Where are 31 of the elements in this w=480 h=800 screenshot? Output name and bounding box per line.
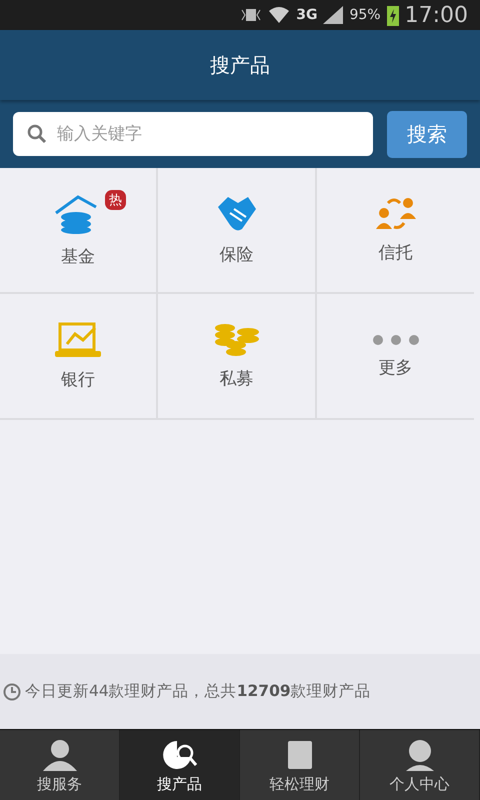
network-type: 3G — [296, 7, 318, 23]
category-label: 私募 — [220, 368, 254, 390]
battery-charging-icon — [386, 4, 399, 26]
vibrate-icon — [240, 7, 262, 23]
category-label: 保险 — [220, 244, 254, 266]
wifi-icon — [268, 5, 290, 25]
clock-icon — [3, 682, 21, 700]
people-exchange-icon — [374, 196, 418, 230]
battery-percent: 95% — [349, 7, 381, 23]
category-tile[interactable]: 基金 热 — [0, 168, 158, 292]
category-label: 信托 — [378, 242, 412, 264]
page-title: 搜产品 — [210, 52, 270, 78]
more-dots-icon — [372, 334, 420, 346]
category-label: 更多 — [378, 356, 412, 378]
category-tile[interactable]: 私募 — [158, 292, 317, 418]
nav-tab[interactable]: 搜产品 — [120, 730, 240, 800]
category-tile[interactable]: 更多 — [317, 292, 474, 418]
category-tile[interactable]: 银行 — [0, 292, 158, 418]
category-tile[interactable]: 信托 — [317, 168, 474, 292]
category-tile[interactable]: 保险 — [158, 168, 317, 292]
search-button[interactable]: 搜索 — [387, 110, 467, 158]
search-chart-icon — [160, 739, 198, 771]
category-label: 基金 — [61, 246, 95, 268]
hot-badge: 热 — [105, 190, 126, 210]
clock-time: 17:00 — [404, 2, 468, 28]
update-summary: 今日更新44款理财产品，总共12709款理财产品 — [25, 681, 371, 702]
search-field[interactable]: 输入关键字 — [13, 112, 373, 156]
category-label: 银行 — [61, 368, 95, 390]
coins-icon — [214, 322, 260, 356]
laptop-chart-icon — [55, 322, 101, 358]
signal-icon — [323, 6, 344, 24]
